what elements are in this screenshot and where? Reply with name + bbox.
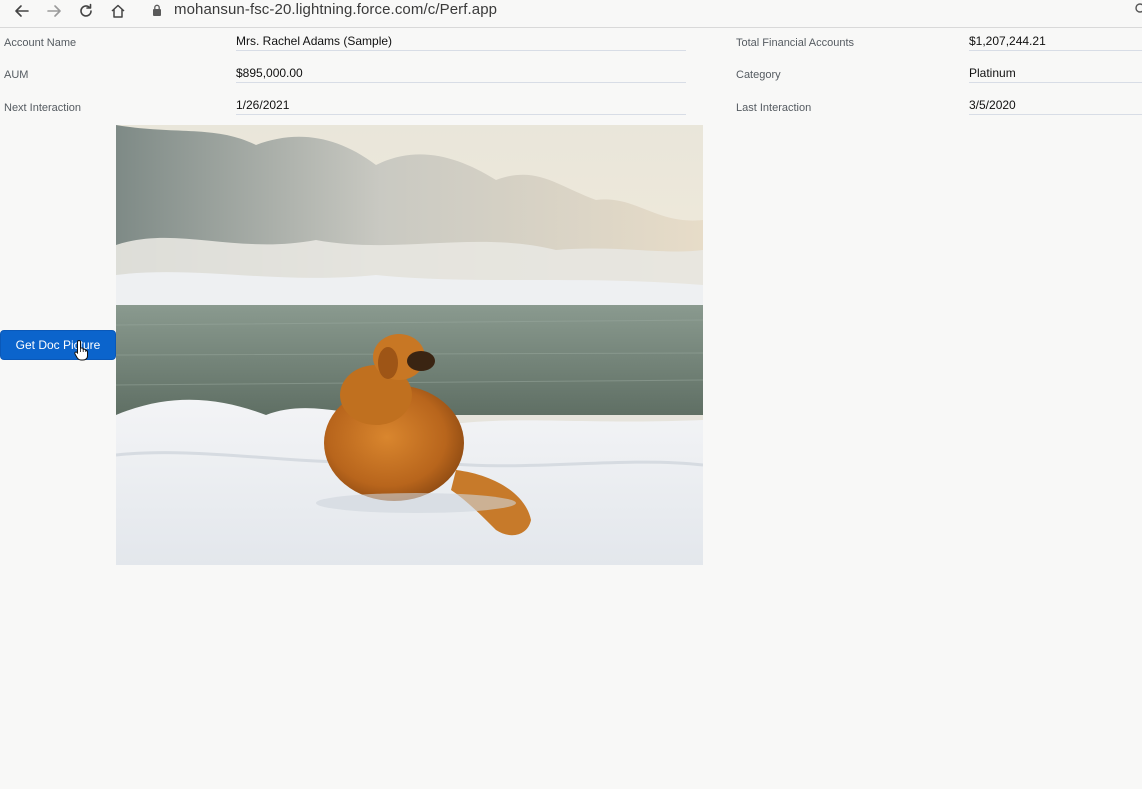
home-icon[interactable]: [107, 1, 129, 21]
browser-toolbar: mohansun-fsc-20.lightning.force.com/c/Pe…: [0, 0, 1142, 28]
last-interaction-value: 3/5/2020: [969, 98, 1142, 115]
get-doc-picture-button[interactable]: Get Doc Picture: [0, 330, 116, 360]
search-icon[interactable]: [1134, 2, 1142, 16]
total-financial-accounts-label: Total Financial Accounts: [736, 37, 855, 49]
next-interaction-label: Next Interaction: [4, 102, 82, 114]
total-financial-accounts-value: $1,207,244.21: [969, 34, 1142, 51]
last-interaction-label: Last Interaction: [736, 102, 812, 114]
address-bar-url[interactable]: mohansun-fsc-20.lightning.force.com/c/Pe…: [174, 1, 497, 18]
aum-label: AUM: [4, 69, 29, 81]
account-name-label: Account Name: [4, 37, 77, 49]
hand-cursor-icon: [74, 339, 88, 361]
aum-value: $895,000.00: [236, 66, 686, 83]
category-label: Category: [736, 69, 781, 81]
account-name-value: Mrs. Rachel Adams (Sample): [236, 34, 686, 51]
reload-icon[interactable]: [75, 1, 97, 21]
back-arrow-icon[interactable]: [11, 1, 33, 21]
doc-picture: [116, 125, 703, 565]
category-value: Platinum: [969, 66, 1142, 83]
next-interaction-value: 1/26/2021: [236, 98, 686, 115]
lock-icon: [153, 4, 161, 16]
forward-arrow-icon[interactable]: [43, 1, 65, 21]
